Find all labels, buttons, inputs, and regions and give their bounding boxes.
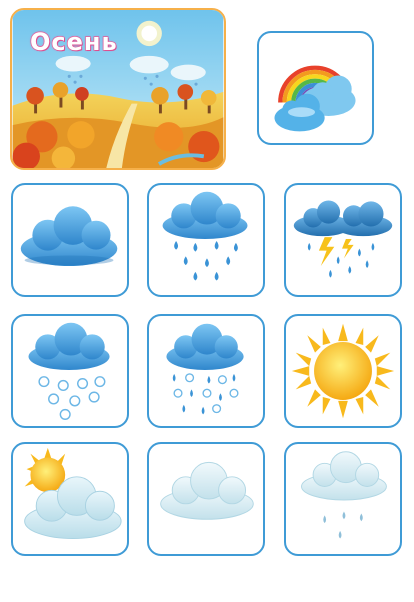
autumn-picture-card[interactable]: Осень	[10, 8, 226, 170]
weather-card-thunderstorm[interactable]	[284, 183, 402, 297]
weather-card-rainbow[interactable]	[257, 31, 374, 145]
snow-icon	[28, 322, 110, 420]
cloud-icon	[20, 206, 118, 267]
weather-card-rain[interactable]	[147, 183, 265, 297]
season-title: Осень	[29, 27, 118, 56]
weather-card-sun[interactable]	[284, 314, 402, 428]
weather-card-cloud[interactable]	[11, 183, 129, 297]
rainbow-cloud-icon	[274, 65, 356, 132]
partly-cloudy-icon	[24, 447, 122, 540]
weather-card-light-rain[interactable]	[284, 442, 402, 556]
weather-card-sleet[interactable]	[147, 314, 265, 428]
weather-card-overcast[interactable]	[147, 442, 265, 556]
rain-icon	[162, 191, 248, 281]
weather-card-partly-cloudy[interactable]	[11, 442, 129, 556]
weather-card-snow[interactable]	[11, 314, 129, 428]
overcast-icon	[160, 461, 254, 520]
sun-icon	[291, 323, 395, 419]
thunderstorm-icon	[293, 200, 393, 278]
sleet-icon	[166, 323, 244, 415]
light-rain-icon	[301, 451, 387, 539]
